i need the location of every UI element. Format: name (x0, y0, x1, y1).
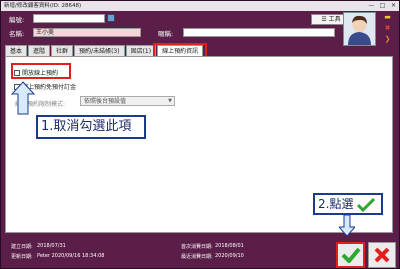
tab-store[interactable]: 固店(1) (125, 45, 157, 56)
customer-edit-window: 新增/修改顧客資料(ID: 28648) — □ ✕ 編號: 名稱: 王小美 暱… (0, 0, 400, 269)
arrow-right-icon[interactable]: ❯ (383, 35, 392, 43)
close-icon (374, 247, 390, 263)
step1-callout: 1.取消勾選此項 (36, 115, 146, 139)
tab-social[interactable]: 社群 (51, 45, 74, 56)
chevron-down-icon: ▼ (168, 98, 172, 104)
id-lookup-icon[interactable] (107, 14, 115, 22)
modified-label: 更新日期: (11, 254, 33, 260)
maximize-button[interactable]: □ (377, 1, 388, 11)
up-arrow-icon (11, 81, 35, 115)
window-controls: — □ ✕ (366, 1, 399, 11)
delete-icon[interactable]: ✖ (383, 24, 392, 32)
checkmark-icon (341, 247, 361, 263)
id-field[interactable] (33, 14, 105, 23)
folder-icon[interactable]: ▬ (383, 13, 392, 21)
tab-booking-unpaid[interactable]: 預約/未結帳(3) (74, 45, 125, 56)
booking-limit-select[interactable]: 依照後台預設值 ▼ (80, 96, 175, 106)
title-bar: 新增/修改顧客資料(ID: 28648) — □ ✕ (1, 1, 399, 11)
id-label: 編號: (9, 16, 25, 24)
minimize-button[interactable]: — (366, 1, 377, 11)
name-label: 名稱: (9, 30, 25, 38)
name-field[interactable]: 王小美 (33, 28, 141, 37)
nickname-field[interactable] (183, 28, 335, 37)
cancel-button[interactable] (368, 242, 396, 268)
first-visit-label: 首次消費日期: (181, 244, 213, 250)
down-arrow-icon (339, 215, 355, 237)
step2-text: 2.點選 (318, 197, 354, 211)
avatar[interactable] (343, 12, 376, 46)
avatar-image (344, 13, 375, 45)
tab-advanced[interactable]: 進階 (28, 45, 51, 56)
side-icon-column: ▬ ✖ ❯ (383, 13, 393, 46)
tools-icon: ☰ (321, 16, 329, 23)
step1-text: 1.取消勾選此項 (41, 119, 132, 134)
window-title: 新增/修改顧客資料(ID: 28648) (4, 3, 82, 9)
modified-value: Peter 2020/09/16 18:34:08 (37, 253, 105, 259)
close-window-button[interactable]: ✕ (388, 1, 399, 11)
confirm-button[interactable] (336, 242, 365, 268)
step2-callout: 2.點選 (313, 193, 383, 215)
checkmark-icon (357, 197, 376, 212)
checkbox-highlight-frame (11, 63, 71, 79)
last-visit-value: 2020/09/10 (215, 253, 244, 259)
first-visit-value: 2018/08/01 (215, 243, 244, 249)
created-value: 2018/07/31 (37, 243, 66, 249)
tab-basic[interactable]: 基本 (5, 45, 28, 56)
booking-limit-value: 依照後台預設值 (84, 98, 127, 105)
last-visit-label: 最近消費日期: (181, 254, 213, 260)
tools-label: 工具 (328, 16, 341, 23)
nickname-label: 暱稱: (158, 30, 174, 38)
created-label: 建立日期: (11, 244, 33, 250)
